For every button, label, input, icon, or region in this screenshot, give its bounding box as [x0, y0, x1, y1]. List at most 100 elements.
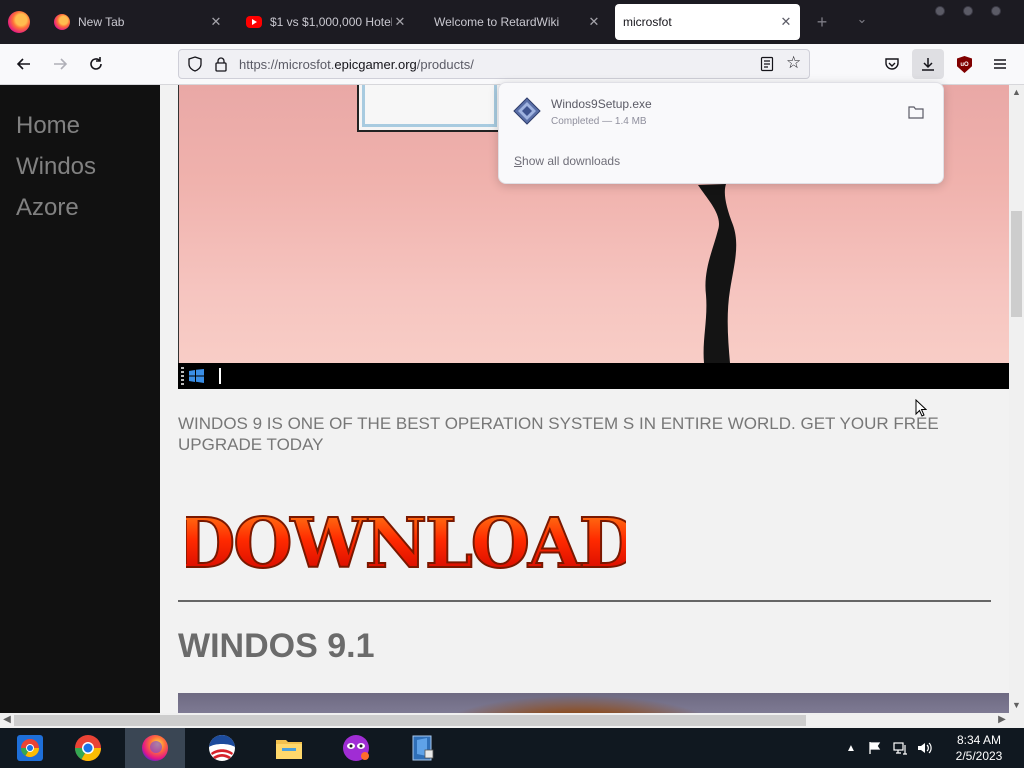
downloads-button[interactable] [912, 49, 944, 79]
clock-time: 8:34 AM [956, 733, 1002, 747]
fake-taskbar-image [178, 363, 1009, 389]
nav-link-azore[interactable]: Azore [16, 194, 79, 222]
access-key: S [514, 154, 523, 168]
close-icon[interactable]: ✕ [208, 14, 224, 30]
divider-line [178, 600, 991, 602]
chevron-down-icon[interactable]: ⌄ [852, 11, 872, 27]
close-icon[interactable]: ✕ [586, 14, 602, 30]
arrow-left-icon [16, 58, 30, 70]
download-fire-text: DOWNLOAD [175, 503, 639, 585]
obama-logo-icon [209, 735, 235, 761]
url-domain: epicgamer.org [334, 57, 417, 72]
url-bar[interactable]: https://microsfot.epicgamer.org/products… [178, 49, 810, 79]
taskbar-mask-app[interactable] [326, 728, 386, 768]
svg-text:DOWNLOAD: DOWNLOAD [186, 504, 626, 583]
download-arrow-icon [922, 58, 934, 71]
taskbar-setup-installer[interactable] [393, 728, 453, 768]
downloads-panel: Windos9Setup.exe Completed — 1.4 MB Show… [498, 82, 944, 184]
vertical-scrollbar[interactable]: ▲ ▼ [1009, 85, 1024, 713]
tab-title: New Tab [78, 15, 125, 29]
url-prefix: https://microsfot. [239, 57, 335, 72]
network-status[interactable] [893, 728, 909, 768]
forward-button[interactable] [48, 52, 72, 76]
minimize-button[interactable] [935, 6, 945, 16]
scroll-left-icon[interactable]: ◀ [1, 714, 13, 726]
close-icon[interactable]: ✕ [778, 14, 794, 30]
back-button[interactable] [12, 52, 36, 76]
firefox-icon [142, 735, 168, 761]
nav-link-home[interactable]: Home [16, 112, 80, 140]
mouse-pointer-icon [915, 399, 927, 417]
clock-date: 2/5/2023 [955, 749, 1003, 763]
action-center-flag[interactable] [868, 728, 882, 768]
windows-logo-icon [189, 369, 204, 383]
system-clock[interactable]: 8:34 AM 2/5/2023 [944, 732, 1014, 764]
show-hidden-icons-button[interactable]: ▲ [846, 728, 856, 768]
chrome-icon [74, 735, 102, 762]
taskbar-obama-logo[interactable] [192, 728, 252, 768]
url-path: /products/ [416, 57, 474, 72]
download-status: Completed — 1.4 MB [551, 116, 647, 127]
network-icon [893, 742, 907, 755]
tab-microsfot[interactable]: microsfot ✕ [615, 4, 800, 40]
reload-icon [90, 57, 102, 70]
firefox-icon [54, 14, 70, 30]
tracking-shield-icon[interactable] [187, 56, 203, 72]
download-button[interactable]: DOWNLOAD [175, 503, 639, 585]
flag-icon [869, 742, 881, 754]
url-text[interactable]: https://microsfot.epicgamer.org/products… [239, 57, 474, 72]
horizontal-scrollbar[interactable]: ◀ ▶ [0, 713, 1024, 728]
tab-retardwiki[interactable]: Welcome to RetardWiki ✕ [422, 4, 608, 40]
pocket-icon [885, 58, 899, 70]
nav-link-windos[interactable]: Windos [16, 153, 96, 181]
tagline-text: WINDOS 9 IS ONE OF THE BEST OPERATION SY… [178, 414, 939, 454]
reader-view-icon[interactable] [759, 56, 775, 72]
lock-icon[interactable] [213, 56, 229, 72]
bookmark-star-icon[interactable]: ☆ [786, 54, 801, 72]
maximize-button[interactable] [963, 6, 973, 16]
windows-taskbar: ▲ 8:34 AM 2/5/2023 [0, 728, 1024, 768]
firefox-view-icon[interactable] [8, 11, 30, 33]
nav-toolbar: https://microsfot.epicgamer.org/products… [0, 44, 1024, 85]
speaker-icon [918, 742, 932, 754]
new-tab-button[interactable]: + [812, 12, 832, 33]
installer-file-icon [513, 97, 541, 125]
hamburger-menu-icon [994, 59, 1006, 69]
volume-control[interactable] [917, 728, 933, 768]
taskbar-chrome[interactable] [58, 728, 118, 768]
file-explorer-icon [276, 740, 302, 759]
menu-button[interactable] [988, 52, 1012, 76]
chevron-up-icon: ▲ [846, 742, 856, 754]
mask-app-icon [343, 735, 369, 761]
scroll-down-icon[interactable]: ▼ [1011, 699, 1022, 711]
arrow-right-icon [54, 58, 68, 70]
tab-new-tab[interactable]: New Tab ✕ [44, 4, 230, 40]
pocket-button[interactable] [880, 52, 904, 76]
tab-title: Welcome to RetardWiki [434, 15, 560, 29]
tab-youtube[interactable]: $1 vs $1,000,000 Hotel R ✕ [236, 4, 414, 40]
tab-strip: New Tab ✕ $1 vs $1,000,000 Hotel R ✕ Wel… [0, 0, 1024, 44]
scroll-thumb[interactable] [1011, 211, 1022, 317]
scroll-thumb-horizontal[interactable] [14, 715, 806, 726]
close-window-button[interactable] [991, 6, 1001, 16]
tab-title: microsfot [623, 15, 672, 29]
hero-border [178, 85, 179, 363]
taskbar-file-explorer[interactable] [259, 728, 319, 768]
tab-title: $1 vs $1,000,000 Hotel R [270, 15, 392, 29]
folder-icon[interactable] [908, 105, 924, 119]
reload-button[interactable] [84, 52, 108, 76]
download-file-name[interactable]: Windos9Setup.exe [551, 97, 652, 111]
grip-dots [181, 367, 184, 385]
text-caret [219, 368, 221, 384]
taskbar-chrome-os[interactable] [0, 728, 60, 768]
ublock-origin-icon[interactable]: uO [957, 56, 972, 73]
chrome-os-icon [17, 735, 43, 761]
youtube-icon [246, 16, 262, 28]
scroll-right-icon[interactable]: ▶ [996, 714, 1008, 726]
taskbar-firefox[interactable] [125, 728, 185, 768]
scroll-up-icon[interactable]: ▲ [1011, 86, 1022, 98]
sidebar-nav: Home Windos Azore [0, 85, 160, 728]
close-icon[interactable]: ✕ [392, 14, 408, 30]
show-all-downloads-link[interactable]: Show all downloads [514, 154, 620, 168]
setup-installer-icon [412, 735, 434, 761]
